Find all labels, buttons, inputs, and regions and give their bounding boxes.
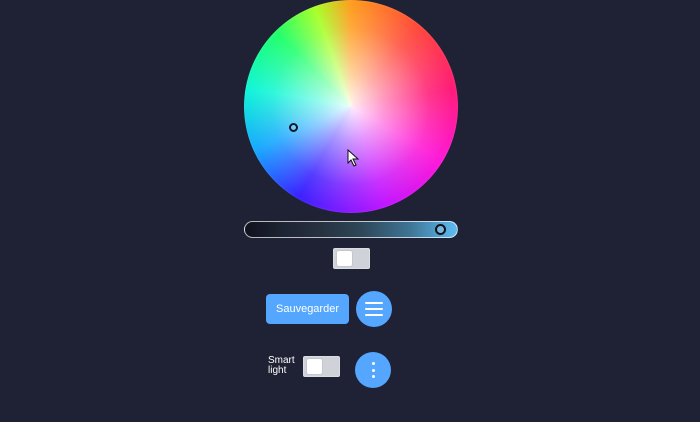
smart-light-toggle[interactable] (303, 356, 340, 377)
menu-button[interactable] (356, 291, 392, 327)
power-toggle[interactable] (333, 248, 370, 269)
color-wheel-selector[interactable] (289, 123, 298, 132)
hamburger-icon (365, 302, 383, 316)
brightness-slider-thumb[interactable] (435, 224, 446, 235)
color-wheel[interactable] (244, 0, 458, 213)
brightness-slider[interactable] (244, 221, 458, 238)
kebab-icon (370, 362, 376, 378)
more-options-button[interactable] (355, 352, 391, 388)
smart-light-toggle-knob (307, 359, 322, 374)
save-button[interactable]: Sauvegarder (266, 294, 349, 324)
smart-light-label: Smart light (268, 356, 302, 376)
smart-light-label-line2: light (268, 365, 287, 376)
power-toggle-knob (337, 251, 352, 266)
